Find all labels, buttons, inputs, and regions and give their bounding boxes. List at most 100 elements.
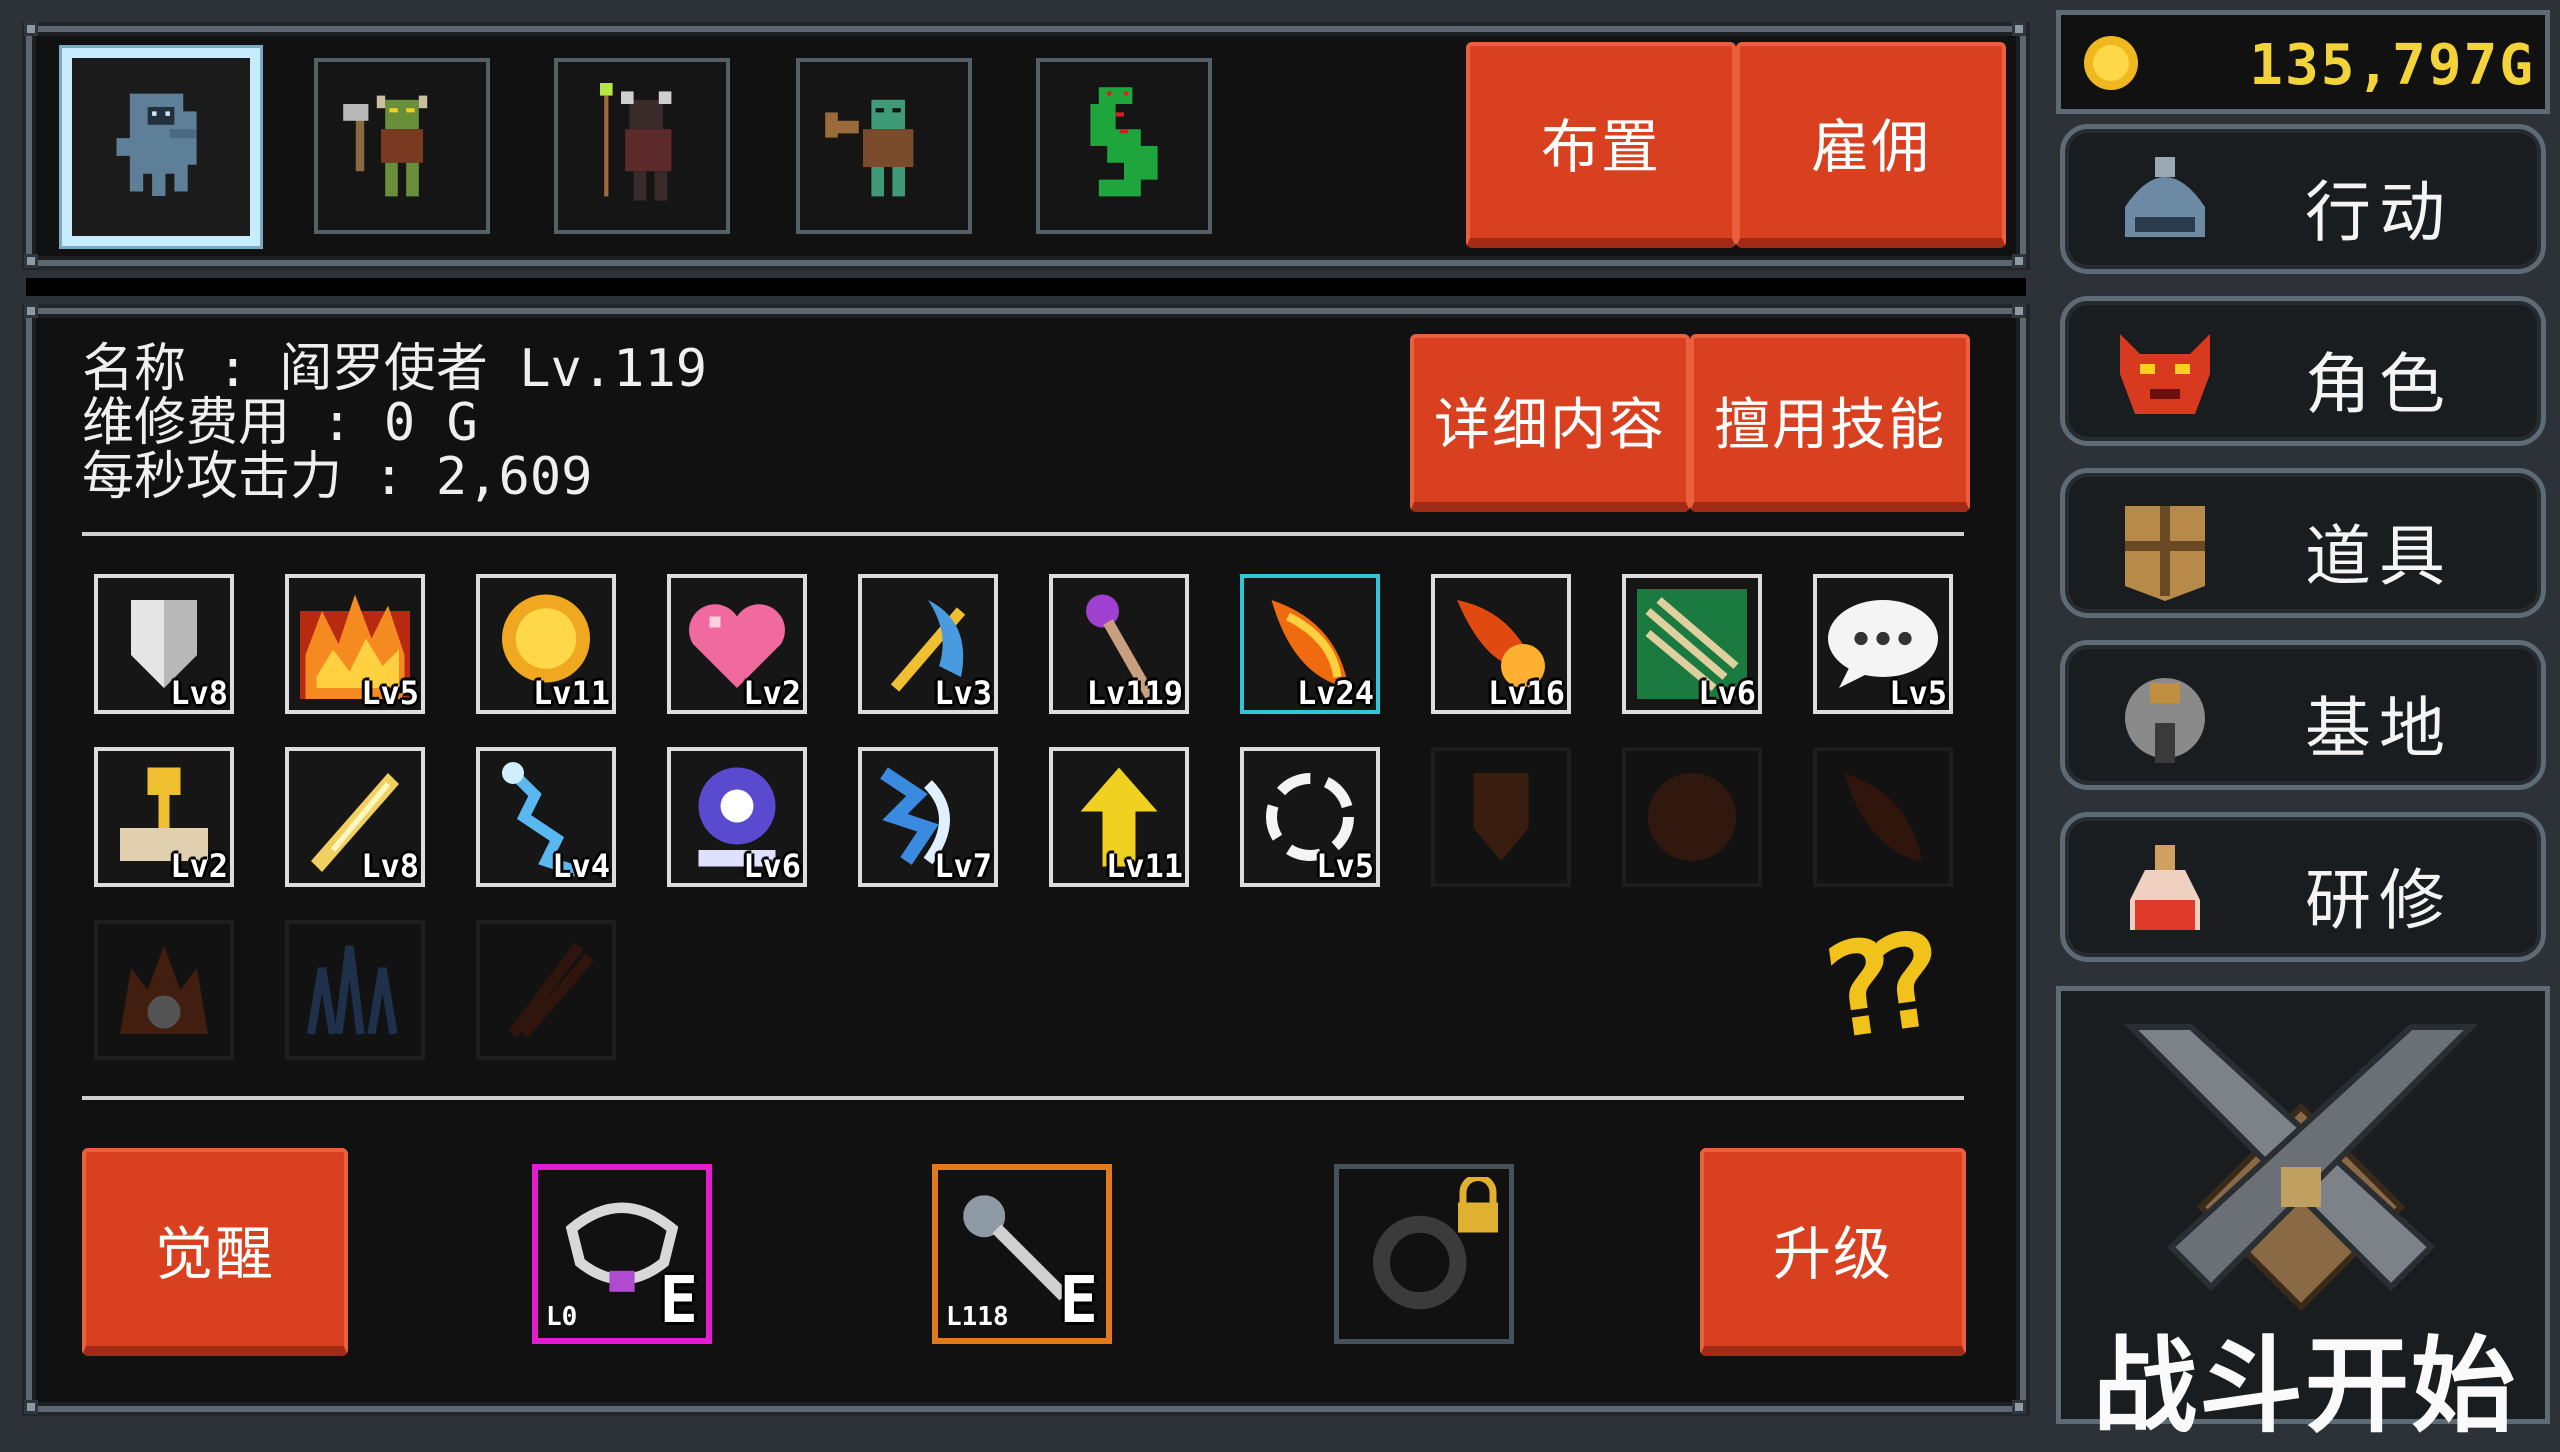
skill-level: Lv2: [170, 847, 228, 885]
reaper-ghost-icon: [116, 93, 197, 196]
sidebar-item-training[interactable]: 研修: [2060, 812, 2546, 962]
equip-slot-necklace[interactable]: L0 E: [532, 1164, 712, 1344]
hidden-skills-indicator[interactable]: ??: [1810, 906, 1927, 1070]
party-slot-2[interactable]: [314, 58, 490, 234]
equipped-tag: E: [659, 1264, 698, 1338]
skill-level: Lv119: [1086, 674, 1183, 712]
skill-level: Lv7: [934, 847, 992, 885]
skill-slot[interactable]: Lv8: [94, 574, 234, 714]
party-slot-3[interactable]: [554, 58, 730, 234]
sidebar-item-label: 研修: [2305, 862, 2453, 939]
party-slot-1[interactable]: [62, 48, 260, 246]
skill-slot[interactable]: Lv2: [667, 574, 807, 714]
details-button[interactable]: 详细内容: [1410, 334, 1690, 512]
skill-slot[interactable]: [1431, 747, 1571, 887]
skill-level: Lv24: [1296, 674, 1374, 712]
rivet: [24, 304, 38, 318]
skill-slot[interactable]: [1622, 747, 1762, 887]
skill-slot[interactable]: [285, 920, 425, 1060]
upkeep-cost: 维修费用 : 0 G: [82, 393, 478, 453]
skill-slot[interactable]: [94, 920, 234, 1060]
equip-slot-locked[interactable]: [1334, 1164, 1514, 1344]
equipped-tag: E: [1059, 1264, 1098, 1338]
rivet: [2012, 1400, 2026, 1414]
treasure-chest-icon: [2125, 506, 2205, 601]
shadow-slash-icon: [508, 942, 595, 1038]
rivet: [24, 22, 38, 36]
dark-orb-icon: [1648, 773, 1736, 861]
equip-slot-scepter[interactable]: L118 E: [932, 1164, 1112, 1344]
skill-level: Lv6: [743, 847, 801, 885]
green-serpent-icon: [1090, 87, 1158, 197]
character-name: 名称 : 阎罗使者 Lv.119: [82, 339, 708, 399]
skill-slot[interactable]: Lv4: [476, 747, 616, 887]
skill-slot[interactable]: Lv8: [285, 747, 425, 887]
dark-feather-icon: [1844, 773, 1922, 861]
skill-level: Lv11: [532, 674, 610, 712]
upgrade-button[interactable]: 升级: [1700, 1148, 1966, 1356]
skill-slot[interactable]: Lv5: [1240, 747, 1380, 887]
skill-level: Lv8: [170, 674, 228, 712]
hire-button[interactable]: 雇佣: [1736, 42, 2006, 248]
rivet: [2012, 22, 2026, 36]
rivet: [2012, 254, 2026, 268]
skill-slot[interactable]: Lv11: [476, 574, 616, 714]
damage-per-second: 每秒攻击力 : 2,609: [82, 447, 593, 507]
skill-slot[interactable]: Lv16: [1431, 574, 1571, 714]
gold-amount: 135,797G: [2249, 33, 2535, 98]
divider: [82, 532, 1964, 536]
equip-level: L0: [546, 1302, 578, 1332]
skill-slot[interactable]: Lv7: [858, 747, 998, 887]
skill-slot[interactable]: Lv24: [1240, 574, 1380, 714]
demon-mask-icon: [2120, 334, 2210, 414]
skill-level: Lv2: [743, 674, 801, 712]
skill-level: Lv6: [1698, 674, 1756, 712]
shaman-staff-icon: [600, 83, 672, 201]
skill-level: Lv5: [361, 674, 419, 712]
skill-level: Lv3: [934, 674, 992, 712]
party-slot-5[interactable]: [1036, 58, 1212, 234]
rivet: [2012, 304, 2026, 318]
goblin-axe-icon: [343, 95, 428, 197]
awaken-button[interactable]: 觉醒: [82, 1148, 348, 1356]
sidebar-item-label: 角色: [2305, 346, 2453, 423]
battle-start-button[interactable]: 战斗开始: [2056, 986, 2550, 1447]
potion-icon: [2130, 845, 2200, 930]
skill-slot[interactable]: Lv119: [1049, 574, 1189, 714]
skill-slot[interactable]: [1813, 747, 1953, 887]
sidebar-item-items[interactable]: 道具: [2060, 468, 2546, 618]
skill-slot[interactable]: Lv6: [667, 747, 807, 887]
fortress-icon: [2125, 678, 2205, 763]
skill-level: Lv5: [1316, 847, 1374, 885]
skill-slot[interactable]: Lv2: [94, 747, 234, 887]
arrange-button[interactable]: 布置: [1466, 42, 1736, 248]
divider: [82, 1096, 1964, 1100]
skill-slot[interactable]: Lv5: [1813, 574, 1953, 714]
rivet: [24, 1400, 38, 1414]
sidebar-item-base[interactable]: 基地: [2060, 640, 2546, 790]
rivet: [24, 254, 38, 268]
skill-slot[interactable]: Lv11: [1049, 747, 1189, 887]
sidebar-item-label: 基地: [2305, 690, 2453, 767]
skill-use-button[interactable]: 擅用技能: [1690, 334, 1970, 512]
skill-slot[interactable]: [476, 920, 616, 1060]
skill-level: Lv4: [552, 847, 610, 885]
sidebar-item-label: 行动: [2305, 174, 2453, 251]
helmet-icon: [2125, 157, 2205, 237]
skill-level: Lv8: [361, 847, 419, 885]
dark-mask-icon: [1473, 773, 1529, 861]
flame-skull-icon: [120, 946, 208, 1034]
skill-slot[interactable]: Lv6: [1622, 574, 1762, 714]
gold-bar: 135,797G: [2056, 10, 2550, 114]
sidebar-item-character[interactable]: 角色: [2060, 296, 2546, 446]
equip-level: L118: [946, 1302, 1009, 1332]
battle-start-label: 战斗开始: [2093, 1325, 2518, 1447]
skill-slot[interactable]: Lv5: [285, 574, 425, 714]
skill-level: Lv5: [1889, 674, 1947, 712]
skill-slot[interactable]: Lv3: [858, 574, 998, 714]
skill-level: Lv16: [1487, 674, 1565, 712]
party-slot-4[interactable]: [796, 58, 972, 234]
skill-level: Lv11: [1105, 847, 1183, 885]
sidebar-item-action[interactable]: 行动: [2060, 124, 2546, 274]
gold-coin-icon: [2084, 36, 2138, 90]
